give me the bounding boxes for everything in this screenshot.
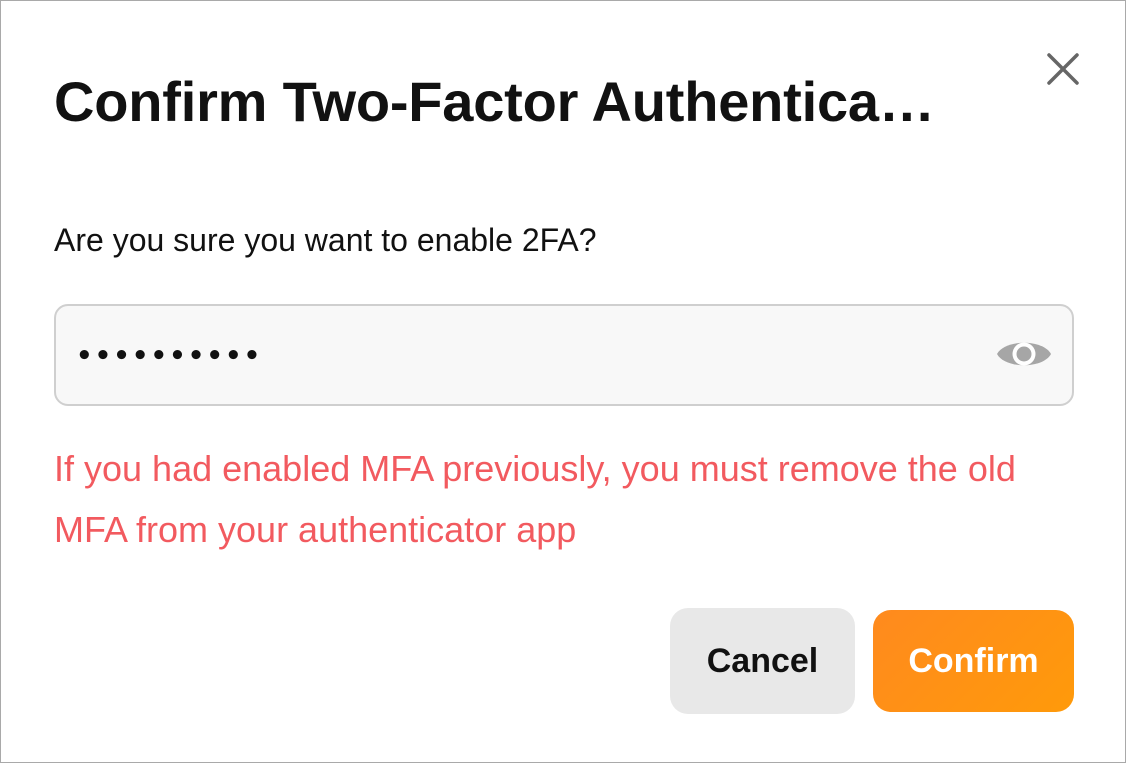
mfa-warning-text: If you had enabled MFA previously, you m… [54, 448, 1016, 550]
cancel-button[interactable]: Cancel [670, 608, 855, 714]
close-button[interactable] [1041, 49, 1085, 93]
dialog-subtitle: Are you sure you want to enable 2FA? [54, 222, 597, 258]
close-icon [1046, 52, 1080, 91]
confirm-2fa-dialog: Confirm Two-Factor Authentica… Are you s… [0, 0, 1126, 763]
dialog-title: Confirm Two-Factor Authentica… [54, 70, 935, 133]
password-input[interactable] [76, 330, 956, 382]
password-field [54, 304, 1074, 406]
confirm-button[interactable]: Confirm [873, 610, 1074, 712]
toggle-password-visibility-button[interactable] [994, 332, 1054, 380]
eye-icon [995, 334, 1053, 379]
